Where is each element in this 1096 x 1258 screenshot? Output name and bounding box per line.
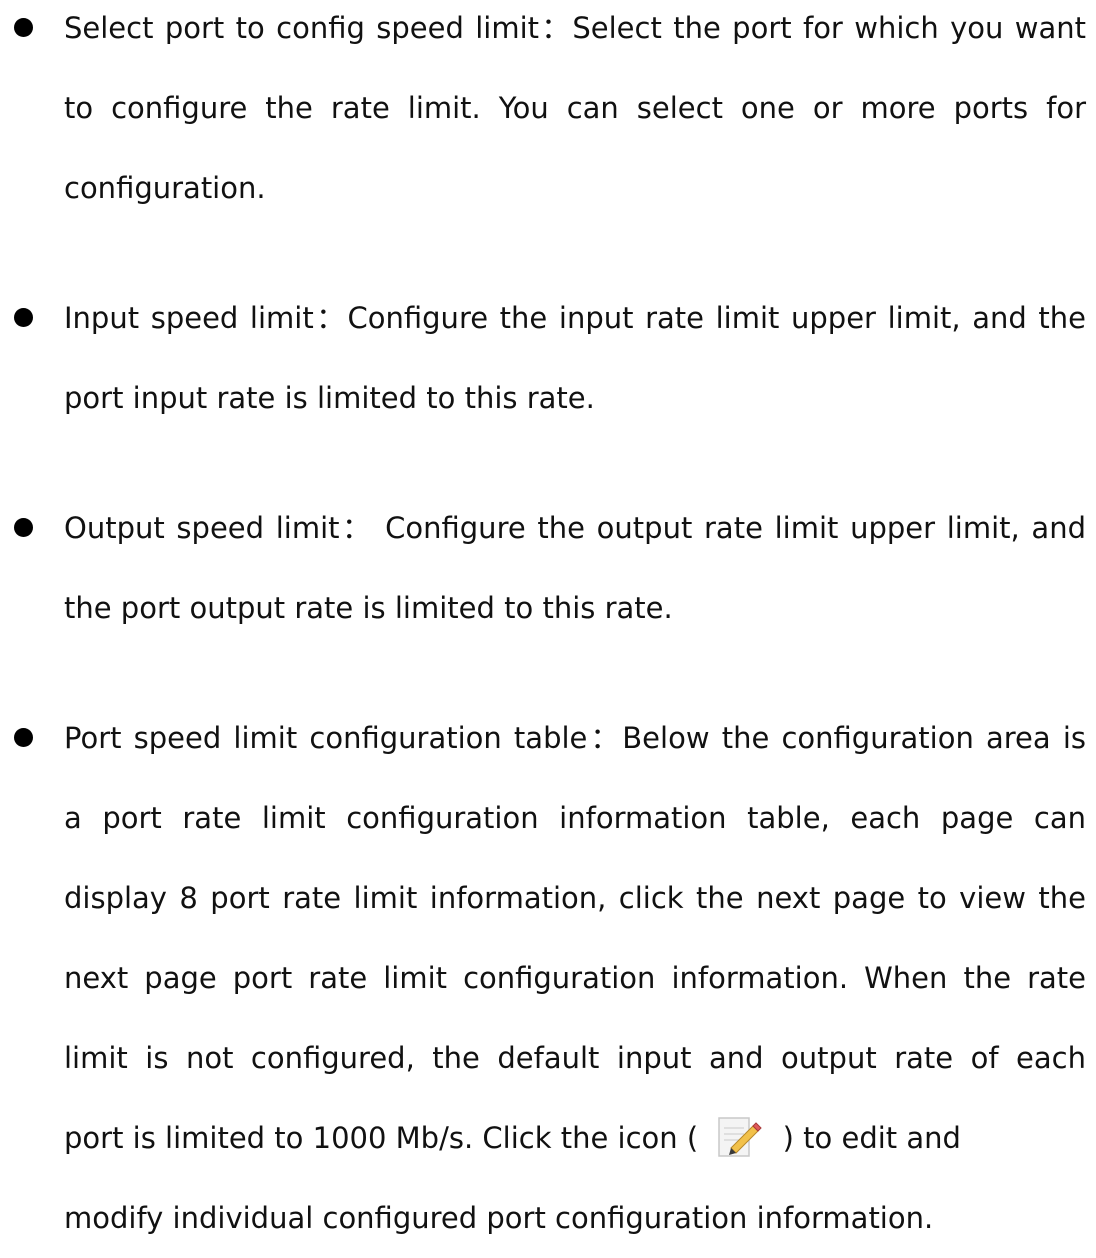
text-line: display 8 port rate limit information, c… [64,881,1086,915]
text-line: next page port rate limit configuration … [64,961,1086,995]
bullet-dot [14,308,33,327]
text-line: Input speed limit：Configure the input ra… [64,301,1086,335]
text-line: to configure the rate limit. You can sel… [64,91,1086,125]
bullet-dot [14,518,33,537]
text-line: limit is not configured, the default inp… [64,1041,1086,1075]
bullet-dot [14,18,33,37]
bullet-dot [14,728,33,747]
edit-pencil-icon[interactable] [711,1110,769,1157]
text-line: port input rate is limited to this rate. [64,381,595,415]
text-line-with-icon: port is limited to 1000 Mb/s. Click the … [64,1098,1086,1178]
text-line: Output speed limit： Configure the output… [64,511,1086,545]
text-before-icon: port is limited to 1000 Mb/s. Click the … [64,1121,699,1155]
text-line: the port output rate is limited to this … [64,591,673,625]
text-line: configuration. [64,171,266,205]
text-line: Port speed limit configuration table：Bel… [64,721,1086,755]
text-line: a port rate limit configuration informat… [64,801,1086,835]
text-line: Select port to config speed limit：Select… [64,11,1086,45]
text-after-icon: ) to edit and [782,1121,961,1155]
text-line: modify individual configured port config… [64,1201,934,1235]
